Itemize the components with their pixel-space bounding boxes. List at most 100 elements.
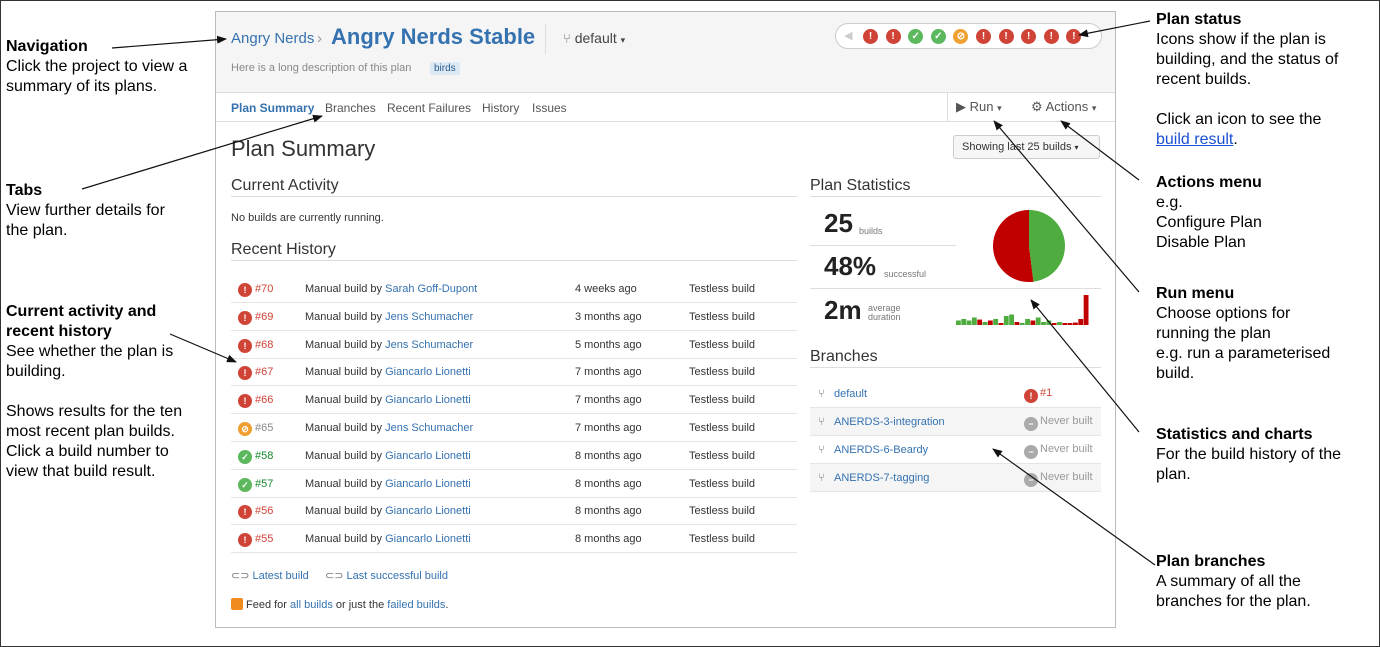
build-number-link[interactable]: #57 bbox=[255, 478, 273, 490]
duration-bar bbox=[993, 319, 999, 325]
build-status-icon-fail[interactable]: ! bbox=[1021, 29, 1037, 44]
user-link[interactable]: Sarah Goff-Dupont bbox=[385, 283, 477, 295]
duration-bar bbox=[1057, 322, 1062, 325]
build-status-icon-fail[interactable]: ! bbox=[885, 29, 901, 44]
plan-tabs: Plan Summary Branches Recent Failures Hi… bbox=[216, 93, 1115, 122]
branch-link[interactable]: ANERDS-6-Beardy bbox=[834, 444, 928, 456]
plan-statistics-heading: Plan Statistics bbox=[810, 177, 911, 194]
branch-status-icon: − bbox=[1024, 473, 1038, 487]
build-number-link[interactable]: #70 bbox=[255, 283, 273, 295]
link-icon: ⊂⊃ bbox=[231, 570, 250, 582]
build-age: 8 months ago bbox=[575, 477, 642, 490]
user-link[interactable]: Giancarlo Lionetti bbox=[385, 505, 471, 517]
latest-build-link[interactable]: ⊂⊃ Latest build bbox=[231, 569, 309, 582]
build-number-link[interactable]: #67 bbox=[255, 366, 273, 378]
build-age: 8 months ago bbox=[575, 533, 642, 546]
build-number-link[interactable]: #65 bbox=[255, 422, 273, 434]
link-icon: ⊂⊃ bbox=[325, 570, 344, 582]
actions-menu-button[interactable]: ⚙ Actions ▾ bbox=[1031, 99, 1096, 115]
average-duration: 2m bbox=[824, 295, 862, 325]
annotation-plan-status: Plan status Icons show if the plan is bu… bbox=[1156, 10, 1366, 150]
branch-selector[interactable]: ⑂ default ▾ bbox=[563, 30, 625, 46]
user-link[interactable]: Jens Schumacher bbox=[385, 422, 473, 434]
run-menu-button[interactable]: ▶ Run ▾ bbox=[956, 99, 1002, 115]
branch-link[interactable]: ANERDS-7-tagging bbox=[834, 472, 929, 484]
select-chevron-down-icon: ▾ bbox=[1074, 143, 1079, 152]
build-status-icon-fail[interactable]: ! bbox=[1066, 29, 1082, 44]
user-link[interactable]: Giancarlo Lionetti bbox=[385, 394, 471, 406]
user-link[interactable]: Giancarlo Lionetti bbox=[385, 450, 471, 462]
build-age: 7 months ago bbox=[575, 366, 642, 379]
table-row: ! #67 Manual build by Giancarlo Lionetti 7 … bbox=[231, 358, 797, 387]
duration-bar bbox=[1062, 323, 1068, 325]
strip-scroll-left-icon[interactable]: ◀ bbox=[844, 29, 852, 42]
project-breadcrumb-link[interactable]: Angry Nerds bbox=[231, 30, 314, 47]
duration-bar-chart bbox=[956, 295, 1089, 325]
branch-status[interactable]: ! #1 bbox=[1024, 387, 1052, 403]
build-status-icon: ✓ bbox=[238, 449, 252, 464]
build-trigger: Manual build by Giancarlo Lionetti bbox=[305, 505, 471, 518]
branch-link[interactable]: default bbox=[834, 388, 867, 400]
tabs-divider bbox=[947, 93, 948, 122]
build-status-icon-fail[interactable]: ! bbox=[1043, 29, 1059, 44]
build-number-link[interactable]: #58 bbox=[255, 450, 273, 462]
plan-label-badge[interactable]: birds bbox=[430, 62, 460, 75]
build-number-link[interactable]: #68 bbox=[255, 339, 273, 351]
branch-icon: ⑂ bbox=[818, 472, 825, 484]
table-row: ⊘ #65 Manual build by Jens Schumacher 7 mon… bbox=[231, 414, 797, 442]
branches-rule bbox=[810, 367, 1101, 368]
tab-recent-failures[interactable]: Recent Failures bbox=[387, 101, 471, 115]
run-menu-label: Run bbox=[969, 99, 994, 114]
annotation-actions-title: Actions menu bbox=[1156, 174, 1262, 191]
build-tests: Testless build bbox=[689, 366, 756, 379]
feed-mid: or just the bbox=[335, 599, 385, 611]
tab-history[interactable]: History bbox=[482, 101, 519, 115]
duration-bar bbox=[1067, 323, 1073, 325]
failed-builds-feed-link[interactable]: failed builds bbox=[387, 599, 445, 611]
build-number-link[interactable]: #56 bbox=[255, 505, 273, 517]
build-number-link[interactable]: #69 bbox=[255, 311, 273, 323]
build-status-icon-fail[interactable]: ! bbox=[998, 29, 1014, 44]
build-status-icon-ok[interactable]: ✓ bbox=[930, 29, 946, 44]
duration-bar bbox=[956, 320, 961, 325]
build-status-icon-ok[interactable]: ✓ bbox=[908, 29, 924, 44]
user-link[interactable]: Jens Schumacher bbox=[385, 311, 473, 323]
annotation-actions-line1: e.g. bbox=[1156, 194, 1183, 211]
annotation-current-activity-body2: Shows results for the ten most recent pl… bbox=[6, 403, 183, 480]
user-link[interactable]: Jens Schumacher bbox=[385, 339, 473, 351]
build-result-link[interactable]: build result bbox=[1156, 131, 1233, 148]
average-duration-label2: duration bbox=[868, 312, 901, 322]
build-count-select[interactable]: Showing last 25 builds ▾ bbox=[953, 135, 1100, 159]
build-status-icon-fail[interactable]: ! bbox=[863, 29, 878, 44]
duration-bar bbox=[966, 320, 972, 325]
build-status-icon-warn[interactable]: ⊘ bbox=[953, 29, 969, 44]
tab-branches[interactable]: Branches bbox=[325, 101, 376, 115]
build-number-link[interactable]: #66 bbox=[255, 394, 273, 406]
recent-history-heading: Recent History bbox=[231, 241, 336, 258]
user-link[interactable]: Giancarlo Lionetti bbox=[385, 366, 471, 378]
tab-plan-summary[interactable]: Plan Summary bbox=[231, 101, 314, 115]
last-successful-build-link[interactable]: ⊂⊃ Last successful build bbox=[325, 569, 448, 582]
build-number-link[interactable]: #55 bbox=[255, 533, 273, 545]
duration-bar bbox=[1025, 319, 1030, 325]
annotation-statistics: Statistics and charts For the build hist… bbox=[1156, 425, 1366, 485]
annotation-run-menu: Run menu Choose options for running the … bbox=[1156, 284, 1366, 384]
build-count-select-label: Showing last 25 builds bbox=[962, 141, 1072, 153]
user-link[interactable]: Giancarlo Lionetti bbox=[385, 533, 471, 545]
plan-title[interactable]: Angry Nerds Stable bbox=[331, 24, 535, 50]
tab-issues[interactable]: Issues bbox=[532, 101, 567, 115]
plan-description: Here is a long description of this plan bbox=[231, 62, 412, 74]
user-link[interactable]: Giancarlo Lionetti bbox=[385, 478, 471, 490]
build-trigger: Manual build by Giancarlo Lionetti bbox=[305, 394, 471, 407]
annotation-actions-line2: Configure Plan bbox=[1156, 214, 1262, 231]
annotation-navigation-title: Navigation bbox=[6, 38, 88, 55]
feed-post: . bbox=[445, 599, 449, 611]
all-builds-feed-link[interactable]: all builds bbox=[290, 599, 333, 611]
no-builds-text: No builds are currently running. bbox=[231, 212, 384, 224]
plan-header: Angry Nerds › Angry Nerds Stable ⑂ defau… bbox=[216, 12, 1115, 93]
gear-icon: ⚙ bbox=[1031, 99, 1043, 114]
annotation-current-activity-title1: Current activity and bbox=[6, 303, 157, 320]
branch-link[interactable]: ANERDS-3-integration bbox=[834, 416, 945, 428]
build-status-icon: ⊘ bbox=[238, 422, 252, 436]
build-status-icon-fail[interactable]: ! bbox=[976, 29, 991, 44]
